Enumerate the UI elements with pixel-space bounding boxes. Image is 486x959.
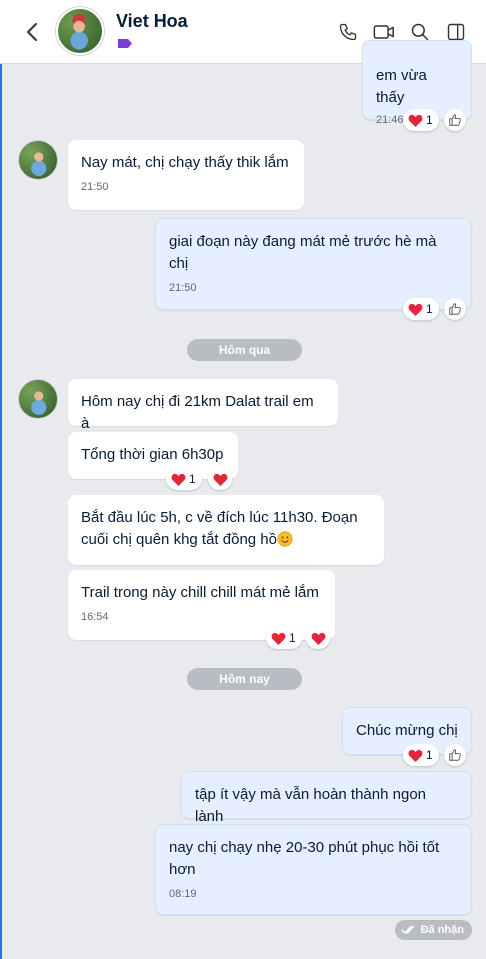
- message-bubble-outgoing[interactable]: tập ít vậy mà vẫn hoàn thành ngon lành: [181, 771, 472, 825]
- message-text-line: giai đoạn này đang mát mẻ trước hè mà: [169, 233, 437, 250]
- message-bubble-outgoing[interactable]: giai đoạn này đang mát mẻ trước hè mà ch…: [155, 218, 472, 310]
- message-text-line: Bắt đầu lúc 5h, c về đích lúc 11h30. Đoạ…: [81, 509, 358, 526]
- back-icon: [27, 23, 37, 41]
- message-text: Chúc mừng chị: [356, 722, 458, 739]
- message-time: 08:19: [169, 888, 197, 900]
- message-text-line: cuối chị quên khg tắt đồng hồ: [81, 531, 277, 548]
- smiling-face-emoji-icon: [277, 531, 293, 547]
- message-text: Hôm nay chị đi 21km Dalat trail em à: [81, 393, 314, 432]
- sidebar-toggle-icon: [447, 23, 465, 41]
- react-like-button[interactable]: [444, 744, 466, 766]
- delivery-status-badge: Đã nhận: [394, 920, 472, 940]
- thumbs-up-icon: [449, 303, 461, 315]
- reaction-summary[interactable]: 1: [403, 744, 439, 766]
- sender-avatar[interactable]: [18, 140, 58, 180]
- message-bubble-incoming[interactable]: Nay mát, chị chạy thấy thik lắm 21:50: [68, 140, 304, 210]
- reaction-count: 1: [426, 113, 433, 127]
- heart-icon: [408, 303, 423, 316]
- date-divider: Hôm nay: [187, 668, 302, 690]
- heart-icon: [311, 632, 325, 645]
- react-heart-button[interactable]: [306, 627, 330, 649]
- reaction-count: 1: [426, 748, 433, 762]
- search-icon: [411, 23, 429, 41]
- message-bubble-outgoing[interactable]: nay chị chạy nhẹ 20-30 phút phục hồi tốt…: [155, 824, 472, 915]
- delivery-status-text: Đã nhận: [420, 924, 464, 936]
- phone-icon: [339, 23, 357, 41]
- reaction-count: 1: [289, 631, 296, 645]
- react-like-button[interactable]: [444, 298, 466, 320]
- heart-icon: [171, 473, 186, 486]
- sender-avatar[interactable]: [18, 379, 58, 419]
- video-call-icon: [373, 25, 394, 39]
- react-heart-button[interactable]: [208, 468, 232, 490]
- heart-icon: [408, 114, 423, 127]
- reaction-summary[interactable]: 1: [403, 298, 439, 320]
- contact-avatar[interactable]: [56, 7, 104, 55]
- reaction-summary[interactable]: 1: [266, 627, 302, 649]
- thumbs-up-icon: [449, 749, 461, 761]
- message-bubble-incoming[interactable]: Hôm nay chị đi 21km Dalat trail em à: [68, 379, 338, 432]
- reaction-summary[interactable]: 1: [166, 468, 202, 490]
- message-text: Tổng thời gian 6h30p: [81, 446, 224, 463]
- back-button[interactable]: [20, 19, 44, 45]
- double-check-icon: [400, 925, 414, 934]
- message-text-line: chị: [169, 255, 189, 272]
- heart-icon: [271, 632, 286, 645]
- message-text: em vừa thấy: [376, 67, 427, 106]
- heart-icon: [213, 473, 227, 486]
- message-bubble-incoming[interactable]: Bắt đầu lúc 5h, c về đích lúc 11h30. Đoạ…: [68, 495, 384, 565]
- reaction-count: 1: [426, 302, 433, 316]
- message-text-line: hơn: [169, 861, 196, 878]
- heart-icon: [408, 749, 423, 762]
- message-text: Trail trong này chill chill mát mẻ lắm: [81, 584, 319, 601]
- phone-call-button[interactable]: [336, 20, 360, 44]
- message-time: 21:50: [169, 282, 197, 294]
- date-divider: Hôm qua: [187, 339, 302, 361]
- label-tag-icon[interactable]: [117, 38, 133, 49]
- message-text: tập ít vậy mà vẫn hoàn thành ngon lành: [195, 786, 426, 825]
- message-text: Nay mát, chị chạy thấy thik lắm: [81, 154, 289, 171]
- contact-name[interactable]: Viet Hoa: [116, 11, 188, 32]
- react-like-button[interactable]: [444, 109, 466, 131]
- message-time: 16:54: [81, 611, 109, 623]
- message-bubble-outgoing[interactable]: em vừa thấy 21:46: [362, 40, 472, 126]
- message-text-line: nay chị chạy nhẹ 20-30 phút phục hồi tốt: [169, 839, 440, 856]
- reaction-count: 1: [189, 472, 196, 486]
- thumbs-up-icon: [449, 114, 461, 126]
- message-time: 21:50: [81, 181, 109, 193]
- reaction-summary[interactable]: 1: [403, 109, 439, 131]
- window-edge: [0, 0, 2, 959]
